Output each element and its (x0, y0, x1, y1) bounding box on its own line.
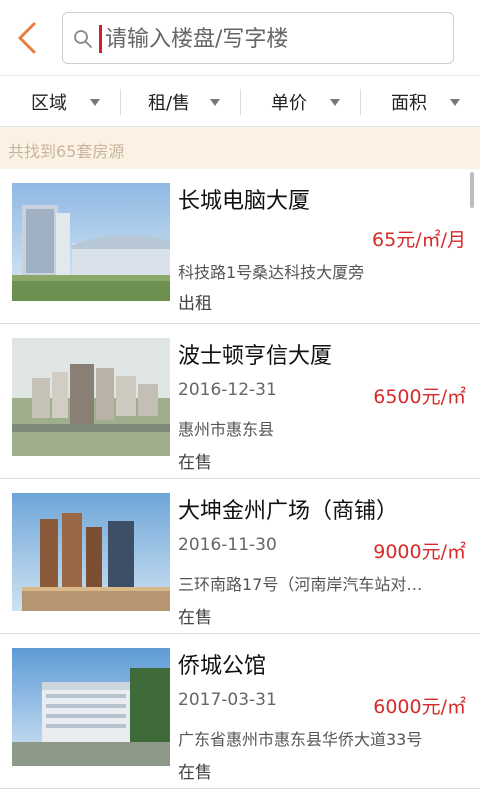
listing-title: 波士顿亨信大厦 (178, 344, 333, 369)
listing-item[interactable]: 波士顿亨信大厦 2016-12-31 6500元/㎡ 惠州市惠东县 在售 (0, 324, 480, 479)
top-bar (0, 0, 480, 76)
listing-title: 长城电脑大厦 (178, 189, 311, 214)
listing-photo (12, 648, 170, 766)
caret-down-icon (90, 99, 100, 106)
listing-item[interactable]: 大坤金州广场（商铺） 2016-11-30 9000元/㎡ 三环南路17号（河南… (0, 479, 480, 634)
listing-date: 2017-03-31 (178, 690, 277, 710)
search-input[interactable] (105, 19, 435, 59)
listing-item[interactable]: 侨城公馆 2017-03-31 6000元/㎡ 广东省惠州市惠东县华侨大道33号… (0, 634, 480, 789)
text-cursor (99, 25, 102, 53)
result-count-banner: 共找到65套房源 (0, 127, 480, 169)
caret-down-icon (450, 99, 460, 106)
listing-price: 6500元/㎡ (373, 386, 466, 408)
filter-label: 单价 (271, 92, 307, 114)
chevron-left-icon (18, 22, 36, 54)
filter-label: 租/售 (147, 92, 191, 114)
filter-rent-sale[interactable]: 租/售 (120, 77, 240, 126)
listing-price: 65元/㎡/月 (372, 229, 466, 251)
listing-list: 长城电脑大厦 65元/㎡/月 科技路1号桑达科技大厦旁 出租 波士顿亨信大厦 2… (0, 169, 480, 800)
listing-address: 科技路1号桑达科技大厦旁 (178, 263, 365, 282)
search-box[interactable] (62, 12, 454, 64)
listing-status: 在售 (178, 453, 212, 473)
listing-title: 大坤金州广场（商铺） (178, 499, 399, 524)
listing-status: 在售 (178, 763, 212, 783)
caret-down-icon (210, 99, 220, 106)
filter-bar: 区域 租/售 单价 面积 (0, 77, 480, 127)
result-count: 共找到65套房源 (8, 142, 125, 161)
filter-area[interactable]: 面积 (360, 77, 480, 126)
listing-photo (12, 183, 170, 301)
listing-address: 惠州市惠东县 (178, 420, 275, 439)
listing-title: 侨城公馆 (178, 654, 267, 679)
scrollbar[interactable] (470, 172, 474, 208)
listing-photo (12, 493, 170, 611)
listing-address: 广东省惠州市惠东县华侨大道33号 (178, 730, 423, 749)
filter-label: 面积 (391, 92, 427, 114)
filter-region[interactable]: 区域 (0, 77, 120, 126)
listing-price: 9000元/㎡ (373, 541, 466, 563)
filter-unit-price[interactable]: 单价 (240, 77, 360, 126)
listing-photo (12, 338, 170, 456)
caret-down-icon (330, 99, 340, 106)
listing-status: 在售 (178, 608, 212, 628)
listing-date: 2016-11-30 (178, 535, 277, 555)
filter-label: 区域 (31, 92, 67, 114)
listing-address: 三环南路17号（河南岸汽车站对… (178, 575, 423, 594)
back-button[interactable] (10, 18, 44, 58)
listing-item[interactable]: 长城电脑大厦 65元/㎡/月 科技路1号桑达科技大厦旁 出租 (0, 169, 480, 324)
listing-status: 出租 (178, 294, 212, 314)
search-icon (74, 30, 92, 48)
listing-date: 2016-12-31 (178, 380, 277, 400)
listing-price: 6000元/㎡ (373, 696, 466, 718)
